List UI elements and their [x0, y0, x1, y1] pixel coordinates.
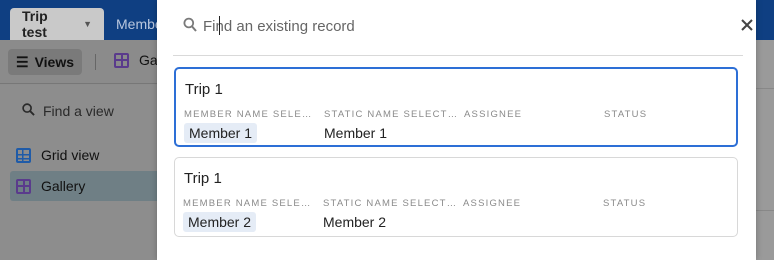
field-status: STATUS: [604, 109, 734, 125]
close-icon[interactable]: [738, 16, 756, 34]
find-view-search[interactable]: Find a view: [22, 103, 114, 119]
current-view-button[interactable]: Ga: [114, 52, 158, 68]
tab-label: Trip test: [22, 8, 48, 40]
current-view-label: Ga: [139, 52, 158, 68]
views-label: Views: [34, 54, 74, 70]
field-label: STATIC NAME SELECTED: [324, 109, 458, 120]
search-icon: [22, 103, 35, 119]
record-card[interactable]: Trip 1 MEMBER NAME SELECTED Member 1 STA…: [174, 67, 738, 147]
record-title: Trip 1: [184, 170, 222, 187]
views-sidebar: Find a view Grid view Gallery: [0, 85, 157, 260]
chevron-down-icon: ▼: [83, 19, 92, 29]
sidebar-item-gallery[interactable]: Gallery: [10, 171, 157, 201]
sidebar-item-grid-view[interactable]: Grid view: [10, 140, 157, 170]
tab-trip-test[interactable]: Trip test ▼: [10, 8, 104, 40]
field-status: STATUS: [603, 198, 733, 214]
record-picker-modal: Trip 1 MEMBER NAME SELECTED Member 1 STA…: [157, 0, 756, 260]
gallery-view-icon: [114, 52, 129, 68]
grid-line: [756, 210, 774, 211]
grid-view-icon: [16, 147, 31, 163]
sidebar-item-label: Grid view: [41, 147, 100, 163]
record-search-bar: [173, 0, 753, 56]
field-static-name-selected: STATIC NAME SELECTED Member 1: [324, 109, 458, 141]
toolbar-divider: [95, 54, 96, 70]
field-value: Member 2: [323, 214, 387, 230]
sidebar-item-label: Gallery: [41, 178, 86, 194]
field-label: STATIC NAME SELECTED: [323, 198, 457, 209]
record-title: Trip 1: [185, 81, 223, 98]
background-grid-edge: [756, 40, 774, 260]
views-button[interactable]: ☰ Views: [8, 49, 82, 75]
linked-record-chip: Member 1: [184, 123, 258, 143]
gallery-view-icon: [16, 178, 31, 194]
linked-record-chip: Member 2: [183, 212, 257, 232]
field-assignee: ASSIGNEE: [463, 198, 593, 214]
field-label: ASSIGNEE: [463, 198, 522, 209]
text-cursor: [219, 16, 220, 35]
field-member-name-selected: MEMBER NAME SELECTED Member 2: [183, 198, 311, 232]
menu-icon: ☰: [16, 53, 29, 70]
grid-line: [756, 88, 774, 89]
field-label: STATUS: [603, 198, 647, 209]
field-label: MEMBER NAME SELECTED: [183, 198, 311, 209]
record-card[interactable]: Trip 1 MEMBER NAME SELECTED Member 2 STA…: [174, 157, 738, 237]
field-label: STATUS: [604, 109, 648, 120]
field-assignee: ASSIGNEE: [464, 109, 594, 125]
field-value: Member 1: [324, 125, 388, 141]
record-search-input[interactable]: [203, 14, 683, 38]
field-label: ASSIGNEE: [464, 109, 523, 120]
find-view-placeholder: Find a view: [43, 103, 114, 119]
field-static-name-selected: STATIC NAME SELECTED Member 2: [323, 198, 457, 230]
field-member-name-selected: MEMBER NAME SELECTED Member 1: [184, 109, 312, 143]
field-label: MEMBER NAME SELECTED: [184, 109, 312, 120]
search-icon: [183, 17, 197, 33]
